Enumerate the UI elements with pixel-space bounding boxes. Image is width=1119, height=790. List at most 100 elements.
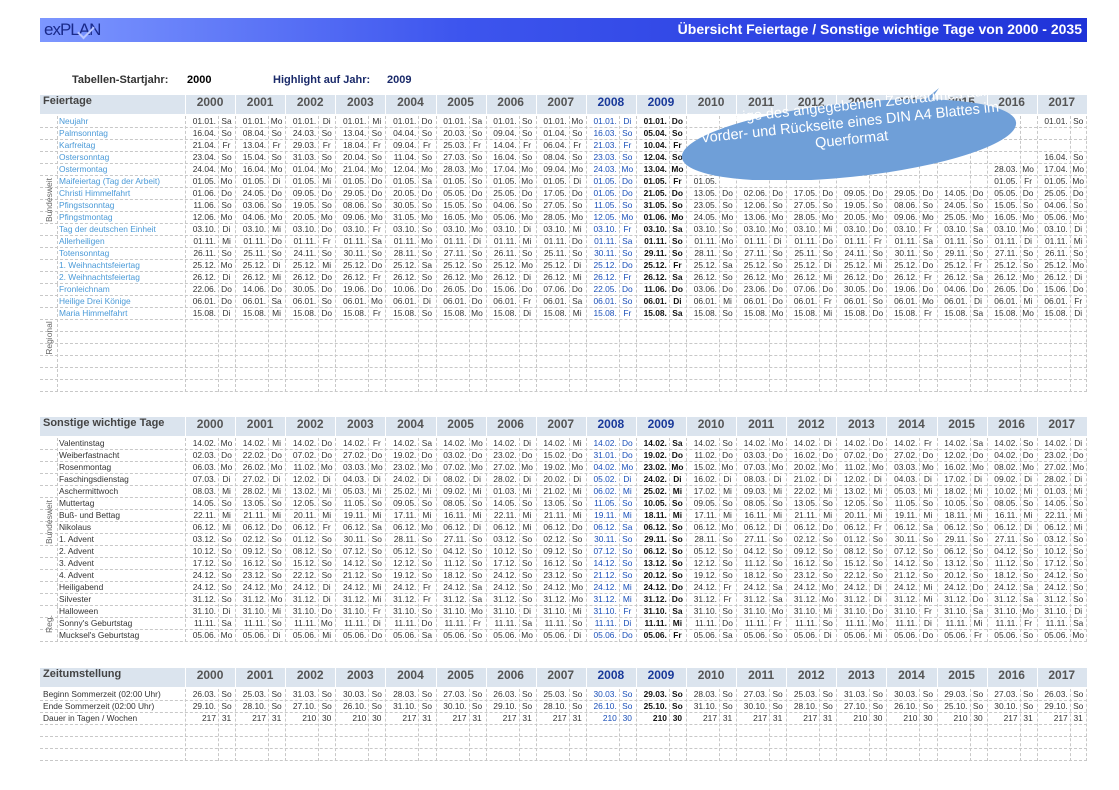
weekday-cell: Sa xyxy=(1073,618,1084,628)
weekday-cell: Sa xyxy=(672,438,683,448)
row-label[interactable]: Beginn Sommerzeit (02:00 Uhr) xyxy=(43,689,185,700)
row-label[interactable]: Christi Himmelfahrt xyxy=(59,188,201,199)
weekday-cell: Mo xyxy=(521,462,533,472)
date-cell: 25.12. xyxy=(994,260,1018,270)
column-divider xyxy=(1069,116,1071,392)
row-label[interactable]: Heilige Drei Könige xyxy=(59,296,201,307)
date-cell: 07.12. xyxy=(894,546,918,556)
row-label[interactable]: Totensonntag xyxy=(59,248,201,259)
date-cell: 06.01. xyxy=(343,296,367,306)
weekday-cell: So xyxy=(221,570,232,580)
row-label[interactable]: Ende Sommerzeit (02:00 Uhr) xyxy=(43,701,185,712)
weekday-cell: Mo xyxy=(621,212,634,222)
column-separator xyxy=(335,417,337,436)
row-label[interactable]: Faschingsdienstag xyxy=(59,474,201,485)
column-divider xyxy=(668,689,670,761)
date-cell: 23.05. xyxy=(693,200,717,210)
column-divider xyxy=(769,438,771,642)
row-label[interactable]: Mucksel's Geburtstag xyxy=(59,630,201,641)
row-label[interactable]: Sonny's Geburtstag xyxy=(59,618,201,629)
weekday-cell: Mi xyxy=(322,630,332,640)
weekday-cell: Mi xyxy=(622,510,632,520)
weekday-cell: Di xyxy=(523,308,532,318)
weekday-cell: So xyxy=(421,272,433,282)
weekday-cell: Fr xyxy=(473,140,481,150)
row-label[interactable]: Maria Himmelfahrt xyxy=(59,308,201,319)
column-divider xyxy=(585,116,587,392)
row-label[interactable]: Allerheiligen xyxy=(59,236,201,247)
date-cell: 01.11. xyxy=(794,236,818,246)
date-cell: 05.03. xyxy=(343,486,367,496)
row-label[interactable]: Nikolaus xyxy=(59,522,201,533)
weekday-cell: Di xyxy=(623,618,632,628)
date-cell: 26.12. xyxy=(994,272,1018,282)
date-cell: 09.04. xyxy=(393,140,417,150)
weekday-cell: Mo xyxy=(370,164,383,174)
column-separator xyxy=(335,668,337,687)
weekday-cell: So xyxy=(521,570,533,580)
row-label[interactable]: Palmsonntag xyxy=(59,128,201,139)
weekday-cell: Di xyxy=(823,474,832,484)
row-label[interactable]: Fronleichnam xyxy=(59,284,201,295)
row-label[interactable]: Neujahr xyxy=(59,116,201,127)
highlight-year-value[interactable]: 2009 xyxy=(387,74,411,86)
weekday-cell: Mi xyxy=(923,486,933,496)
date-cell: 16.12. xyxy=(242,558,267,568)
row-label[interactable]: Halloween xyxy=(59,606,201,617)
row-label[interactable]: Ostersonntag xyxy=(59,152,201,163)
row-label[interactable]: Dauer in Tagen / Wochen xyxy=(43,713,185,724)
row-label[interactable]: 1. Advent xyxy=(59,534,201,545)
row-label[interactable]: 4. Advent xyxy=(59,570,201,581)
row-label[interactable]: Silvester xyxy=(59,594,201,605)
row-label[interactable]: Pfingstsonntag xyxy=(59,200,201,211)
weekday-cell: Mi xyxy=(272,308,282,318)
weekday-cell: Do xyxy=(571,522,583,532)
date-cell: 30.03. xyxy=(894,689,918,699)
weekday-cell: So xyxy=(471,546,483,556)
weekday-cell: Sa xyxy=(471,594,483,604)
weekday-cell: Mo xyxy=(1072,176,1084,186)
row-label[interactable]: Heiligabend xyxy=(59,582,201,593)
date-cell: 25.12. xyxy=(493,260,517,270)
weekday-cell: Mi xyxy=(572,308,582,318)
start-year-value[interactable]: 2000 xyxy=(187,74,211,86)
row-label[interactable]: Pfingstmontag xyxy=(59,212,201,223)
date-cell: 17.04. xyxy=(1044,164,1068,174)
weekday-cell: So xyxy=(371,248,382,258)
row-label[interactable]: Karfreitag xyxy=(59,140,201,151)
row-label[interactable]: Rosenmontag xyxy=(59,462,201,473)
date-cell: 31.12. xyxy=(944,594,968,604)
row-label[interactable]: Valentinstag xyxy=(59,438,201,449)
row-label[interactable]: Buß- und Bettag xyxy=(59,510,201,521)
row-label[interactable]: Ostermontag xyxy=(59,164,201,175)
row-label[interactable]: 2. Advent xyxy=(59,546,201,557)
date-cell: 06.01. xyxy=(493,296,517,306)
date-cell: 08.02. xyxy=(994,462,1018,472)
weekday-cell: Mo xyxy=(671,462,684,472)
weekday-cell: So xyxy=(1022,438,1034,448)
weekday-cell: Mi xyxy=(322,486,332,496)
row-label[interactable]: Maifeiertag (Tag der Arbeit) xyxy=(59,176,201,187)
row-label[interactable]: 2. Weihnachtsfeiertag xyxy=(59,272,201,283)
weekday-cell: Mo xyxy=(821,594,834,604)
weekday-cell: 30 xyxy=(672,713,683,723)
row-group-label: Regional xyxy=(40,284,58,392)
row-label[interactable]: Weiberfastnacht xyxy=(59,450,201,461)
date-cell: 26.12. xyxy=(643,272,667,282)
weekday-cell: So xyxy=(1073,498,1084,508)
date-cell: 05.06. xyxy=(693,630,717,640)
date-cell: 23.12. xyxy=(793,570,818,580)
row-label[interactable]: Muttertag xyxy=(59,498,201,509)
weekday-cell: Di xyxy=(222,272,231,282)
weekday-cell: Fr xyxy=(623,224,632,234)
date-cell: 14.02. xyxy=(593,438,617,448)
date-cell: 13.05. xyxy=(543,498,567,508)
year-header: 2017 xyxy=(1048,417,1076,431)
date-cell: 15.12. xyxy=(844,558,868,568)
row-label[interactable]: Aschermittwoch xyxy=(59,486,201,497)
weekday-cell: 30 xyxy=(372,713,382,723)
weekday-cell: So xyxy=(521,558,533,568)
row-label[interactable]: 1. Weihnachtsfeiertag xyxy=(59,260,201,271)
row-label[interactable]: 3. Advent xyxy=(59,558,201,569)
row-label[interactable]: Tag der deutschen Einheit xyxy=(59,224,201,235)
